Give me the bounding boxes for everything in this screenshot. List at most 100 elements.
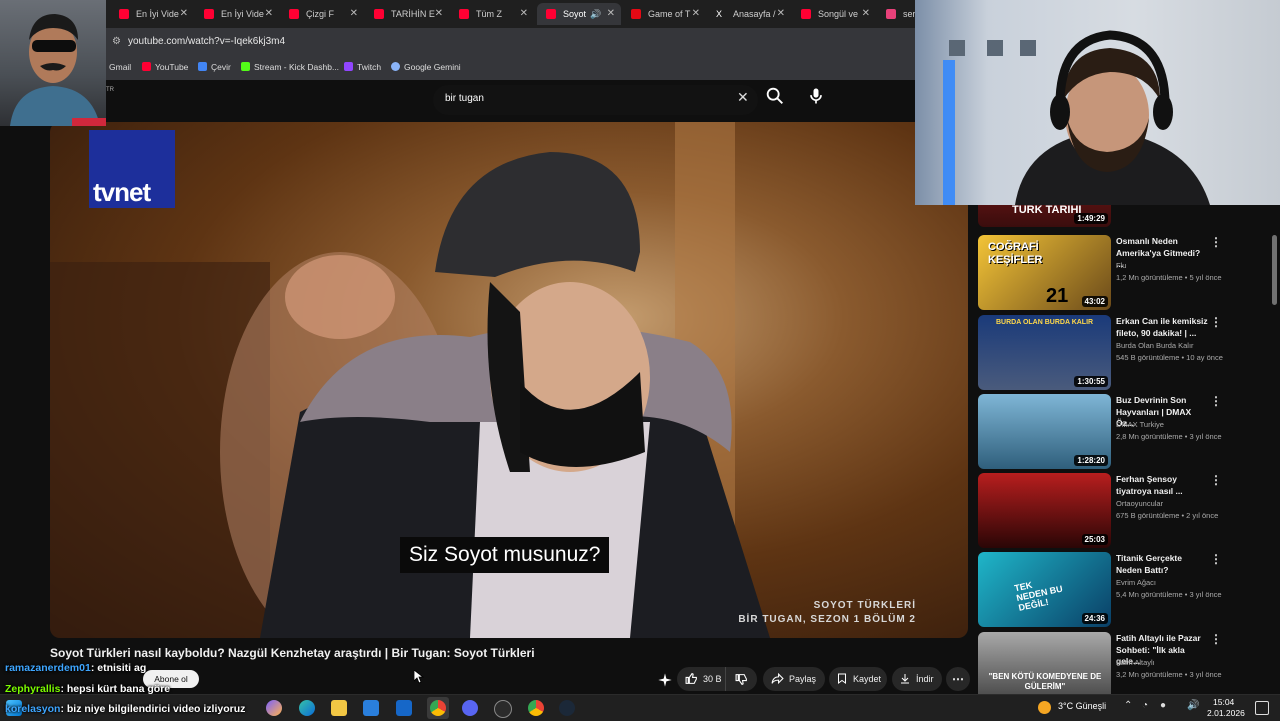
site-info-icon[interactable]: ⚙ xyxy=(112,36,121,47)
save-button[interactable]: Kaydet xyxy=(829,667,887,691)
close-tab-icon[interactable]: ✕ xyxy=(607,3,615,25)
recommendation-title[interactable]: Titanik Gerçekte Neden Battı? xyxy=(1116,553,1208,576)
close-tab-icon[interactable]: ✕ xyxy=(435,3,443,25)
speaker-icon[interactable]: 🔊 xyxy=(590,3,601,25)
store-icon[interactable] xyxy=(363,700,379,716)
more-actions-button[interactable]: ⋯ xyxy=(946,667,970,691)
webcam-right xyxy=(915,0,1280,205)
recommendation-title[interactable]: Ferhan Şensoy tiyatroya nasıl ... xyxy=(1116,474,1208,497)
clock-date[interactable]: 2.01.2026 xyxy=(1207,708,1245,718)
close-tab-icon[interactable]: ✕ xyxy=(180,3,188,25)
channel-name[interactable]: DMAX Turkiye xyxy=(1116,420,1164,429)
volume-icon[interactable]: 🔊 xyxy=(1187,700,1199,711)
tab-label: serh xyxy=(903,9,915,19)
copilot-icon[interactable] xyxy=(266,700,282,716)
close-tab-icon[interactable]: ✕ xyxy=(265,3,273,25)
video-thumbnail[interactable]: BURDA OLAN BURDA KALIR 1:30:55 xyxy=(978,315,1111,390)
bookmark-translate[interactable]: Çevir xyxy=(198,62,231,72)
bookmark-youtube[interactable]: YouTube xyxy=(142,62,188,72)
recommendation-card[interactable]: COĞRAFİ KEŞİFLER 21 43:02 Osmanlı Neden … xyxy=(978,235,1268,315)
outlook-icon[interactable] xyxy=(396,700,412,716)
share-button[interactable]: Paylaş xyxy=(763,667,825,691)
more-options-icon[interactable]: ⋮ xyxy=(1210,235,1222,249)
channel-name[interactable]: Flu xyxy=(1116,261,1126,270)
more-options-icon[interactable]: ⋮ xyxy=(1210,394,1222,408)
close-tab-icon[interactable]: ✕ xyxy=(350,3,358,25)
channel-name[interactable]: Fatih Altaylı xyxy=(1116,658,1155,667)
recommendation-title[interactable]: Osmanlı Neden Amerika'ya Gitmedi? ... xyxy=(1116,236,1208,271)
more-options-icon[interactable]: ⋮ xyxy=(1210,315,1222,329)
tab-label: TARİHİN E xyxy=(391,9,435,19)
recommendation-card[interactable]: 25:03 Ferhan Şensoy tiyatroya nasıl ... … xyxy=(978,473,1268,553)
steam-icon[interactable] xyxy=(559,700,575,716)
recommendation-card[interactable]: TÜRK TARİHİ 1:49:29 xyxy=(978,205,1268,232)
sidebar-scrollbar[interactable] xyxy=(1272,235,1277,305)
chat-username: korelasyon xyxy=(5,703,61,715)
channel-name[interactable]: Burda Olan Burda Kalır xyxy=(1116,341,1194,350)
video-player[interactable]: tvnet Siz Soyot musunuz? SOYOT TÜRKLERİ … xyxy=(50,122,968,638)
close-tab-icon[interactable]: ✕ xyxy=(777,3,785,25)
recommendation-card[interactable]: TEK NEDEN BU DEĞİL! 24:36 Titanik Gerçek… xyxy=(978,552,1268,632)
more-options-icon[interactable]: ⋮ xyxy=(1210,473,1222,487)
video-meta: 2,8 Mn görüntüleme • 3 yıl önce xyxy=(1116,432,1222,441)
sparkle-icon[interactable] xyxy=(657,672,673,688)
recommendation-card[interactable]: 1:28:20 Buz Devrinin Son Hayvanları | DM… xyxy=(978,394,1268,474)
more-options-icon[interactable]: ⋮ xyxy=(1210,552,1222,566)
search-icon[interactable] xyxy=(764,85,786,107)
video-thumbnail[interactable]: TÜRK TARİHİ 1:49:29 xyxy=(978,205,1111,227)
video-meta: 545 B görüntüleme • 10 ay önce xyxy=(1116,353,1223,362)
video-thumbnail[interactable]: 25:03 xyxy=(978,473,1111,548)
close-tab-icon[interactable]: ✕ xyxy=(692,3,700,25)
search-input[interactable]: bir tugan xyxy=(445,93,484,104)
more-options-icon[interactable]: ⋮ xyxy=(1210,632,1222,646)
clear-search-icon[interactable]: ✕ xyxy=(737,89,749,106)
browser-tab[interactable]: Songül ve ✕ xyxy=(792,3,876,25)
wifi-icon[interactable]: ◔ xyxy=(1142,700,1148,711)
microphone-tray-icon[interactable]: ● xyxy=(1160,700,1166,711)
site-favicon-icon xyxy=(886,9,896,19)
video-thumbnail[interactable]: 1:28:20 xyxy=(978,394,1111,469)
edge-icon[interactable] xyxy=(299,700,315,716)
close-tab-icon[interactable]: ✕ xyxy=(862,3,870,25)
browser-tab[interactable]: serh xyxy=(877,3,915,25)
browser-tab[interactable]: X Anasayfa / ✕ xyxy=(707,3,791,25)
channel-name[interactable]: Evrim Ağacı xyxy=(1116,578,1156,587)
tray-chevron-icon[interactable]: ⌃ xyxy=(1124,700,1132,711)
browser-tab[interactable]: En İyi Vide ✕ xyxy=(195,3,279,25)
bookmark-gmail[interactable]: Gmail xyxy=(109,62,131,72)
video-thumbnail[interactable]: TEK NEDEN BU DEĞİL! 24:36 xyxy=(978,552,1111,627)
netflix-favicon-icon xyxy=(631,9,641,19)
browser-tab[interactable]: Game of T ✕ xyxy=(622,3,706,25)
obs-icon[interactable] xyxy=(494,700,512,718)
recommendation-title[interactable]: Erkan Can ile kemiksiz fileto, 90 dakika… xyxy=(1116,316,1208,339)
mouse-cursor-icon xyxy=(414,670,424,684)
download-button[interactable]: İndir xyxy=(892,667,942,691)
bookmark-kick[interactable]: Stream - Kick Dashb... xyxy=(241,62,339,72)
url-field[interactable]: youtube.com/watch?v=-Iqek6kj3m4 xyxy=(128,36,285,47)
weather-text[interactable]: 3°C Güneşli xyxy=(1058,701,1106,711)
close-tab-icon[interactable]: ✕ xyxy=(520,3,528,25)
channel-name[interactable]: Ortaoyuncular xyxy=(1116,499,1163,508)
bookmark-gemini[interactable]: Google Gemini xyxy=(391,62,461,72)
video-duration: 1:49:29 xyxy=(1074,213,1108,224)
recommendation-card[interactable]: BURDA OLAN BURDA KALIR 1:30:55 Erkan Can… xyxy=(978,315,1268,395)
webcam-left xyxy=(0,0,106,126)
clock-time[interactable]: 15:04 xyxy=(1213,697,1234,707)
browser-tab[interactable]: En İyi Vide ✕ xyxy=(110,3,194,25)
chrome-profile-icon[interactable] xyxy=(528,700,544,716)
thumbs-down-icon[interactable] xyxy=(735,673,748,686)
file-explorer-icon[interactable] xyxy=(331,700,347,716)
browser-tab-active[interactable]: Soyot 🔊 ✕ xyxy=(537,3,621,25)
like-button[interactable]: 30 B xyxy=(677,667,757,691)
chrome-icon[interactable] xyxy=(430,700,446,716)
notification-icon[interactable] xyxy=(1255,701,1269,715)
video-thumbnail[interactable]: COĞRAFİ KEŞİFLER 21 43:02 xyxy=(978,235,1111,310)
bookmark-twitch[interactable]: Twitch xyxy=(344,62,381,72)
browser-tab[interactable]: TARİHİN E ✕ xyxy=(365,3,449,25)
browser-tab[interactable]: Çizgi F ✕ xyxy=(280,3,364,25)
search-box[interactable]: bir tugan ✕ xyxy=(433,85,758,115)
channel-logo: tvnet xyxy=(89,130,175,208)
browser-tab[interactable]: Tüm Z ✕ xyxy=(450,3,534,25)
discord-icon[interactable] xyxy=(462,700,478,716)
microphone-icon[interactable] xyxy=(806,86,826,106)
